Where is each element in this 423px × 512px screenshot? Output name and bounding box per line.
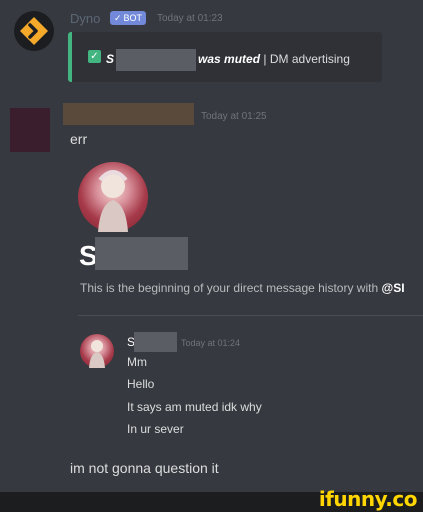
dm-message-line: Hello — [127, 377, 155, 391]
dm-message-avatar — [80, 334, 114, 368]
dm-message-line: In ur sever — [127, 422, 184, 436]
embed-separator: | — [263, 52, 267, 67]
history-mention[interactable]: @SI — [382, 281, 405, 295]
dyno-author-name[interactable]: Dyno — [70, 11, 100, 26]
redacted-dm-author — [134, 332, 177, 352]
dm-message-line: It says am muted idk why — [127, 400, 262, 414]
figure-illustration-icon — [98, 170, 128, 232]
bot-tag: ✓ BOT — [110, 11, 147, 25]
checkbox-icon: ✓ — [88, 50, 101, 63]
redacted-username — [116, 49, 197, 71]
embed-text: Swas muted | DM advertising — [106, 49, 350, 71]
bot-tag-label: BOT — [123, 13, 143, 23]
dm-profile-avatar — [78, 162, 148, 232]
checkmark-icon: ✓ — [114, 13, 122, 23]
embed-reason: DM advertising — [269, 52, 350, 67]
mute-embed: ✓ Swas muted | DM advertising — [68, 32, 382, 82]
divider — [78, 315, 423, 316]
embed-prefix: S — [106, 52, 115, 67]
dyno-logo-icon — [20, 17, 48, 45]
figure-illustration-icon — [89, 340, 105, 368]
embed-muted-text: was muted — [198, 52, 261, 67]
dyno-timestamp: Today at 01:23 — [157, 13, 223, 24]
history-label: This is the beginning of your direct mes… — [80, 281, 379, 295]
dm-message-timestamp: Today at 01:24 — [181, 338, 241, 348]
user-timestamp: Today at 01:25 — [201, 111, 267, 122]
final-message-text: im not gonna question it — [70, 460, 219, 476]
redacted-author-name — [63, 103, 194, 125]
dm-history-text: This is the beginning of your direct mes… — [80, 281, 405, 295]
dm-message-line: Mm — [127, 355, 147, 369]
user-avatar[interactable] — [10, 108, 50, 152]
dyno-avatar[interactable] — [14, 11, 54, 51]
user-message-text: err — [70, 131, 88, 147]
ifunny-watermark: ifunny.co — [318, 487, 418, 511]
redacted-dm-username — [95, 237, 188, 270]
